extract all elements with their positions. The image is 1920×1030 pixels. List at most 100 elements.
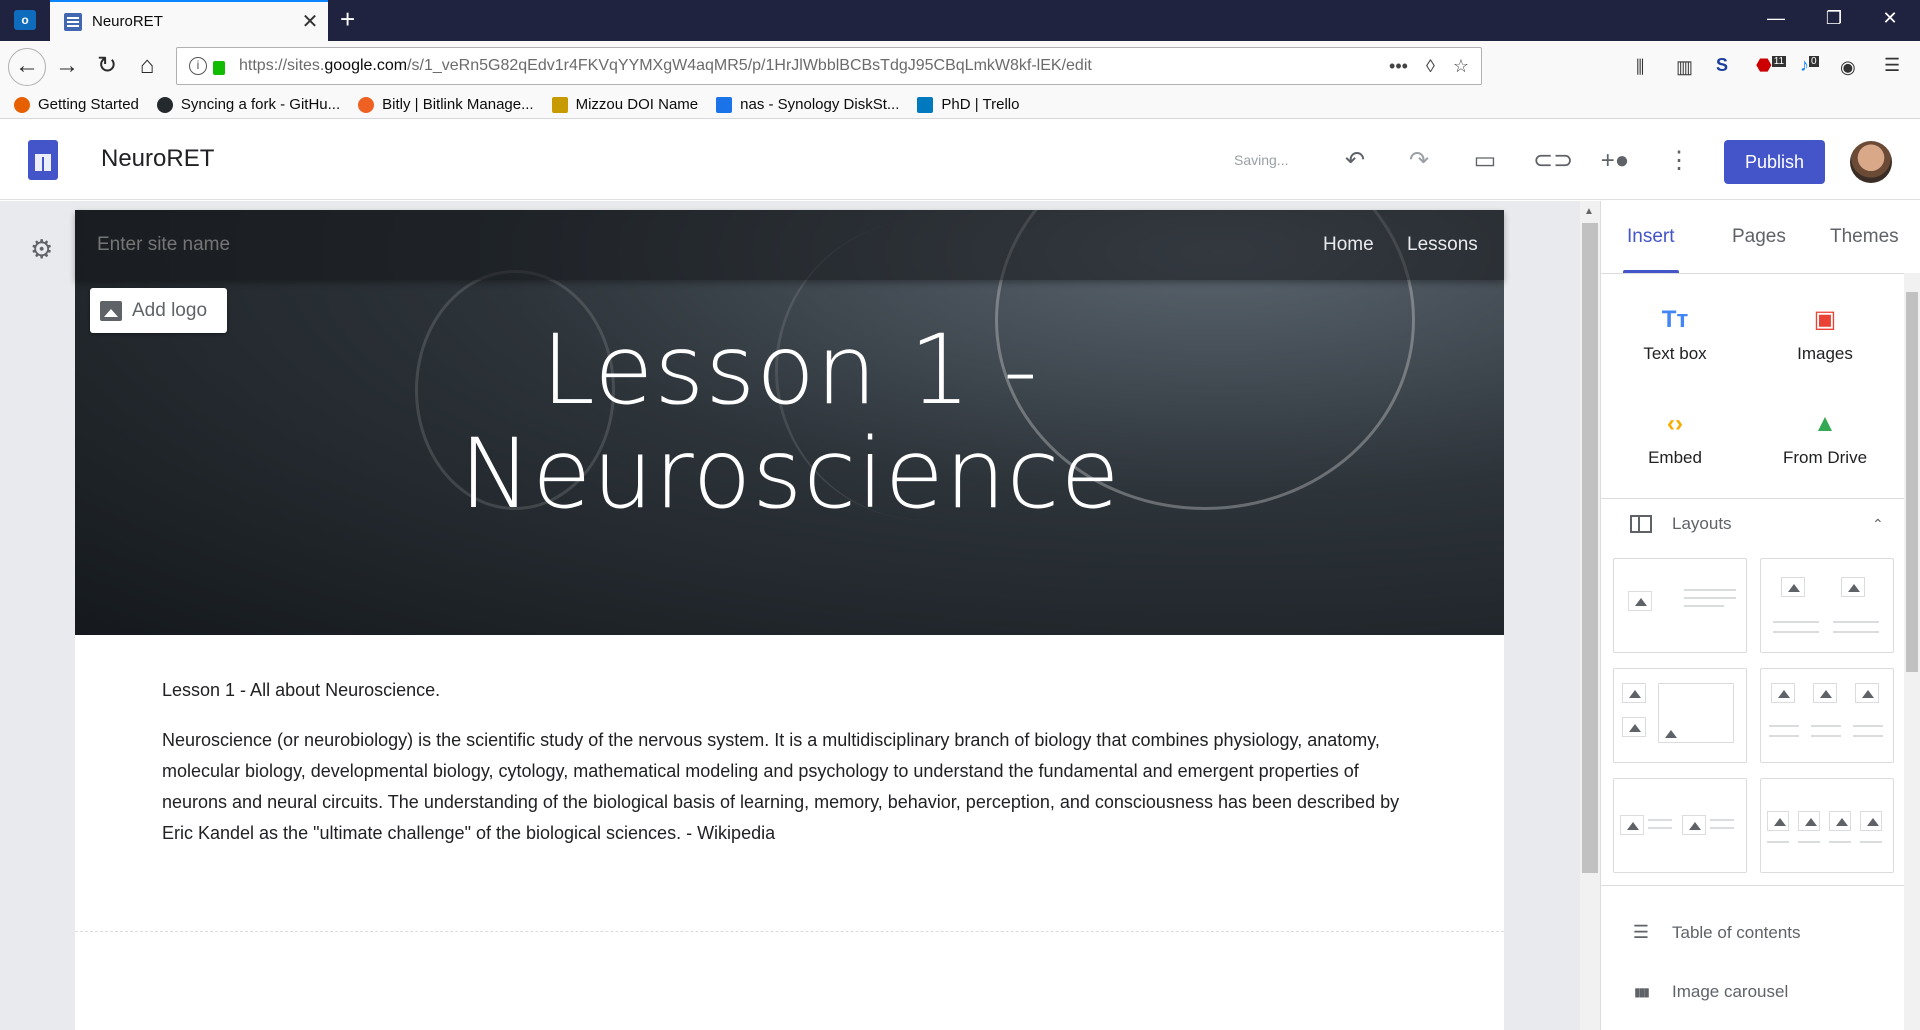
- gear-icon[interactable]: ⚙: [30, 234, 53, 265]
- add-logo-button[interactable]: Add logo: [90, 288, 227, 333]
- text-box-icon: Tт: [1661, 306, 1689, 333]
- layout-option[interactable]: [1613, 668, 1747, 763]
- avatar[interactable]: [1850, 141, 1892, 183]
- layout-option[interactable]: [1613, 778, 1747, 873]
- image-placeholder-icon: [1781, 577, 1805, 597]
- lock-icon[interactable]: [213, 61, 225, 75]
- notification-extension-icon[interactable]: ♪ 0: [1800, 55, 1819, 76]
- bookmark-bitly[interactable]: Bitly | Bitlink Manage...: [358, 96, 534, 113]
- site-document-title[interactable]: NeuroRET: [101, 145, 214, 173]
- insert-image-carousel[interactable]: ▮▮▮ Image carousel: [1630, 982, 1788, 1002]
- publish-button[interactable]: Publish: [1724, 140, 1825, 184]
- library-icon[interactable]: ⫼: [1636, 57, 1644, 78]
- embed-icon: ‹›: [1667, 410, 1683, 437]
- menu-icon[interactable]: ☰: [1884, 55, 1900, 76]
- bookmark-synology[interactable]: nas - Synology DiskSt...: [716, 96, 899, 113]
- list-icon: ☰: [1632, 922, 1650, 942]
- image-icon: ▣: [1813, 306, 1837, 333]
- layouts-icon: [1630, 515, 1652, 533]
- bookmarks-bar: Getting Started Syncing a fork - GitHu..…: [0, 91, 1920, 119]
- insert-images[interactable]: ▣ Images: [1755, 306, 1895, 364]
- layout-option[interactable]: [1760, 778, 1894, 873]
- panel-scroll-thumb[interactable]: [1906, 292, 1918, 672]
- layouts-section-header[interactable]: Layouts: [1630, 514, 1732, 534]
- panel-divider: [1600, 885, 1904, 886]
- undo-icon[interactable]: ↶: [1338, 144, 1372, 178]
- collapse-chevron-icon[interactable]: ⌃: [1872, 516, 1884, 533]
- forward-button[interactable]: →: [52, 51, 82, 81]
- adblock-icon[interactable]: ⬣ 11: [1756, 55, 1787, 76]
- layout-option[interactable]: [1760, 668, 1894, 763]
- github-icon: [156, 96, 173, 113]
- home-button[interactable]: ⌂: [132, 51, 162, 81]
- close-window-button[interactable]: ✕: [1870, 8, 1910, 29]
- firefox-icon: [14, 96, 30, 113]
- restore-button[interactable]: ❐: [1814, 8, 1854, 29]
- account-icon[interactable]: ◉: [1840, 57, 1856, 78]
- image-placeholder-icon: [1682, 815, 1706, 835]
- google-sites-logo-icon[interactable]: [28, 140, 58, 180]
- bitly-icon: [358, 96, 375, 113]
- redo-icon[interactable]: ↷: [1402, 144, 1436, 178]
- add-logo-label: Add logo: [132, 299, 208, 321]
- tab-pages[interactable]: Pages: [1732, 226, 1786, 248]
- insert-embed[interactable]: ‹› Embed: [1605, 410, 1745, 468]
- insert-from-drive[interactable]: ▲ From Drive: [1755, 410, 1895, 468]
- section-divider: [75, 931, 1504, 932]
- bookmark-github[interactable]: Syncing a fork - GitHu...: [156, 96, 340, 113]
- site-nav-home[interactable]: Home: [1323, 234, 1374, 256]
- reload-button[interactable]: ↻: [92, 51, 122, 81]
- site-nav-lessons[interactable]: Lessons: [1407, 234, 1478, 256]
- tab-close-icon[interactable]: ✕: [292, 9, 328, 34]
- browser-tab[interactable]: NeuroRET ✕: [50, 0, 328, 41]
- minimize-button[interactable]: —: [1756, 8, 1796, 29]
- page-title[interactable]: Lesson 1 - Neuroscience: [350, 318, 1230, 526]
- insert-text-box[interactable]: Tт Text box: [1605, 306, 1745, 364]
- site-name-input[interactable]: [97, 234, 497, 256]
- preview-devices-icon[interactable]: ▭: [1468, 144, 1502, 178]
- url-bar[interactable]: i https://sites.google.com/s/1_veRn5G82q…: [176, 47, 1482, 85]
- layout-option[interactable]: [1760, 558, 1894, 653]
- image-placeholder-icon: [1628, 591, 1652, 611]
- lesson-body-text[interactable]: Neuroscience (or neurobiology) is the sc…: [162, 725, 1422, 849]
- back-button[interactable]: ←: [8, 48, 46, 86]
- bookmark-trello[interactable]: PhD | Trello: [917, 96, 1019, 113]
- tab-insert[interactable]: Insert: [1627, 226, 1675, 248]
- copy-link-icon[interactable]: ⊂⊃: [1533, 144, 1573, 178]
- editor-scroll-thumb[interactable]: [1582, 223, 1598, 873]
- doi-icon: [551, 96, 568, 113]
- image-placeholder-icon: [1622, 717, 1646, 737]
- skype-extension-icon[interactable]: S: [1716, 55, 1728, 76]
- image-placeholder-icon: [1658, 683, 1734, 743]
- page-title-line1: Lesson 1 -: [541, 314, 1039, 426]
- bookmark-getting-started[interactable]: Getting Started: [14, 96, 139, 113]
- more-options-icon[interactable]: ⋮: [1662, 144, 1696, 178]
- new-tab-button[interactable]: +: [340, 4, 355, 35]
- image-placeholder-icon: [1798, 811, 1820, 831]
- carousel-icon: ▮▮▮: [1634, 985, 1650, 999]
- tab-themes[interactable]: Themes: [1830, 226, 1899, 248]
- pocket-icon[interactable]: ◊: [1426, 56, 1435, 77]
- info-icon[interactable]: i: [189, 57, 207, 75]
- image-placeholder-icon: [1841, 577, 1865, 597]
- layout-option[interactable]: [1613, 558, 1747, 653]
- sites-header: NeuroRET Saving... ↶ ↷ ▭ ⊂⊃ +● ⋮ Publish: [0, 120, 1920, 200]
- outlook-icon[interactable]: o: [14, 10, 36, 30]
- sidebar-icon[interactable]: ▥: [1676, 57, 1693, 78]
- image-placeholder-icon: [1622, 683, 1646, 703]
- insert-table-of-contents[interactable]: ☰ Table of contents: [1630, 922, 1801, 943]
- bookmark-star-icon[interactable]: ☆: [1453, 56, 1469, 77]
- image-icon: [100, 300, 122, 321]
- image-placeholder-icon: [1860, 811, 1882, 831]
- share-add-person-icon[interactable]: +●: [1598, 144, 1632, 178]
- image-placeholder-icon: [1771, 683, 1795, 703]
- lesson-subtitle[interactable]: Lesson 1 - All about Neuroscience.: [162, 680, 440, 701]
- image-placeholder-icon: [1767, 811, 1789, 831]
- bookmark-mizzou-doi[interactable]: Mizzou DOI Name: [551, 96, 698, 113]
- browser-tab-bar: o NeuroRET ✕ + — ❐ ✕: [0, 0, 1920, 41]
- synology-icon: [716, 96, 733, 113]
- more-actions-icon[interactable]: •••: [1389, 56, 1408, 77]
- scroll-up-arrow-icon[interactable]: ▲: [1584, 206, 1594, 217]
- url-text[interactable]: https://sites.google.com/s/1_veRn5G82qEd…: [239, 57, 1389, 75]
- drive-icon: ▲: [1813, 410, 1837, 437]
